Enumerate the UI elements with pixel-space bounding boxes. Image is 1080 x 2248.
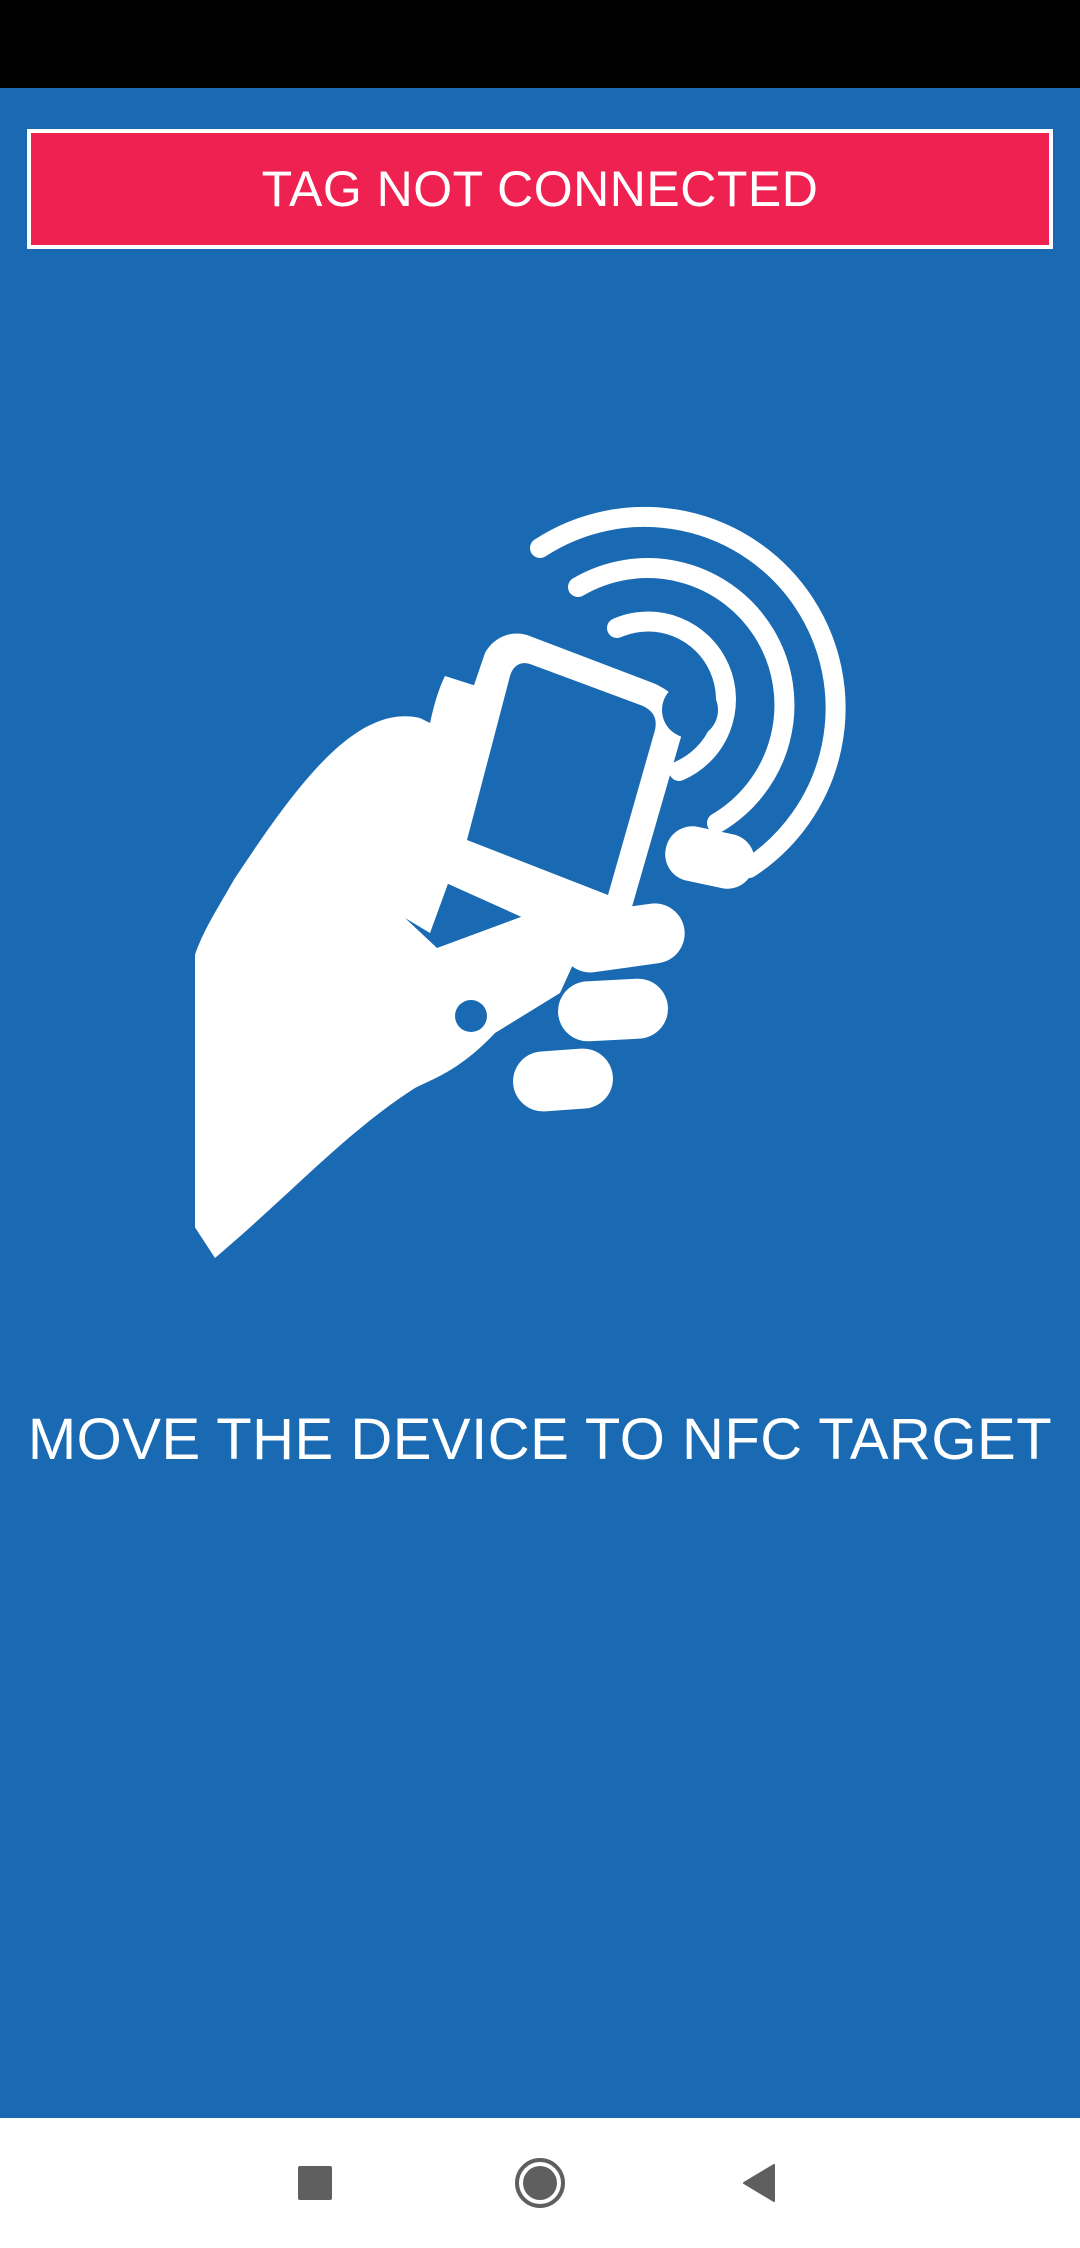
home-icon [515, 2158, 565, 2208]
recents-icon [298, 2166, 332, 2200]
home-button[interactable] [480, 2118, 600, 2248]
finger-3 [513, 1048, 613, 1112]
system-navigation-bar [0, 2118, 1080, 2248]
instruction-text: MOVE THE DEVICE TO NFC TARGET [27, 1407, 1053, 1472]
nfc-scan-screen: TAG NOT CONNECTED MOVE THE DEVICE TO NFC… [0, 88, 1080, 2118]
recents-button[interactable] [255, 2118, 375, 2248]
hand-phone-nfc-icon [195, 506, 846, 1258]
finger-top [665, 826, 755, 889]
phone-button [455, 1000, 487, 1032]
back-button[interactable] [700, 2118, 820, 2248]
tag-status-banner: TAG NOT CONNECTED [27, 129, 1053, 249]
nfc-center-dot [662, 682, 718, 738]
tag-status-text: TAG NOT CONNECTED [261, 161, 819, 217]
status-bar [0, 0, 1080, 88]
back-icon [743, 2164, 775, 2202]
finger-2 [558, 978, 668, 1042]
